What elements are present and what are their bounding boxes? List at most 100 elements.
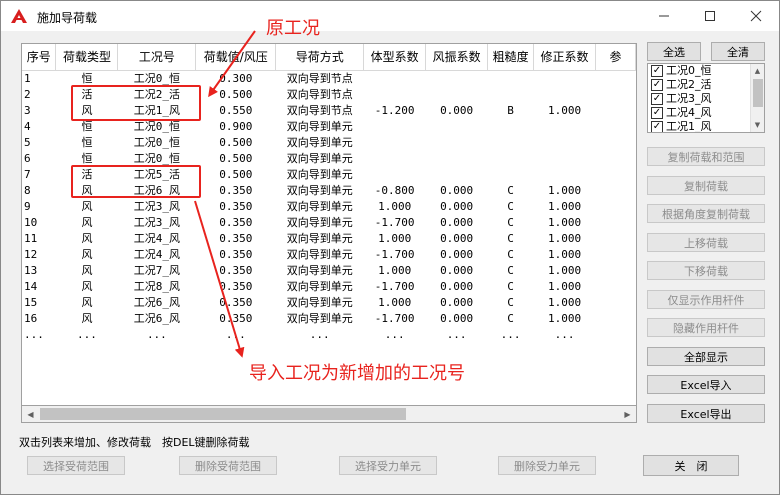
- table-row[interactable]: 13 风 工况7_风 0.350 双向导到单元 1.000 0.000 C 1.000: [22, 263, 636, 279]
- scrollbar-thumb[interactable]: [40, 408, 406, 420]
- col-header-case[interactable]: 工况号: [117, 44, 197, 71]
- table-row[interactable]: ...........................: [22, 327, 636, 343]
- cell-load-value: 0.500: [219, 135, 253, 149]
- cell-params: [596, 119, 636, 135]
- col-header-shape-coef[interactable]: 体型系数: [363, 44, 427, 71]
- list-item[interactable]: ✓ 工况2_活: [648, 78, 764, 92]
- cell-load-value: 0.350: [219, 183, 253, 197]
- list-item[interactable]: ✓ 工况3_风: [648, 92, 764, 106]
- close-icon[interactable]: [733, 1, 779, 31]
- checkbox-icon[interactable]: ✓: [651, 107, 663, 119]
- cell-roughness: C: [507, 199, 514, 213]
- cell-correction-coef: [534, 151, 596, 167]
- horizontal-scrollbar[interactable]: ◀ ▶: [21, 405, 637, 423]
- cell-shape-coef: -0.800: [374, 183, 415, 197]
- cell-roughness: [488, 135, 534, 151]
- checkbox-icon[interactable]: ✓: [651, 121, 663, 132]
- cell-params: [596, 327, 636, 343]
- col-header-roughness[interactable]: 粗糙度: [487, 44, 535, 71]
- cell-roughness: C: [507, 183, 514, 197]
- annotation-original-case: 原工况: [266, 18, 320, 39]
- excel-import-button[interactable]: Excel导入: [647, 375, 765, 394]
- cell-correction-coef: 1.000: [547, 247, 582, 261]
- cell-load-value: 0.500: [219, 167, 253, 181]
- col-header-load-value[interactable]: 荷载值/风压: [195, 44, 277, 71]
- table-row[interactable]: 5 恒 工况0_恒 0.500 双向导到单元: [22, 135, 636, 151]
- cell-index: 13: [24, 263, 38, 277]
- show-all-button[interactable]: 全部显示: [647, 347, 765, 366]
- select-load-range-button[interactable]: 选择受荷范围: [27, 456, 125, 475]
- cell-case: 工况8_风: [133, 279, 180, 293]
- annotation-imported-case: 导入工况为新增加的工况号: [249, 363, 465, 384]
- cell-index: 15: [24, 295, 38, 309]
- table-row[interactable]: 14 风 工况8_风 0.350 双向导到单元 -1.700 0.000 C 1.000: [22, 279, 636, 295]
- cell-load-value: 0.350: [219, 263, 253, 277]
- scroll-up-icon[interactable]: ▲: [751, 64, 764, 78]
- cell-roughness: C: [507, 295, 514, 309]
- table-row[interactable]: 10 风 工况3_风 0.350 双向导到单元 -1.700 0.000 C 1.000: [22, 215, 636, 231]
- table-row[interactable]: 15 风 工况6_风 0.350 双向导到单元 1.000 0.000 C 1.000: [22, 295, 636, 311]
- maximize-icon[interactable]: [687, 1, 733, 31]
- cell-load-type: 风: [81, 279, 93, 293]
- copy-load-range-button[interactable]: 复制荷载和范围: [647, 147, 765, 166]
- excel-export-button[interactable]: Excel导出: [647, 404, 765, 423]
- cell-roughness: [488, 119, 534, 135]
- copy-by-angle-button[interactable]: 根据角度复制荷载: [647, 204, 765, 223]
- cell-load-value: 0.500: [219, 151, 253, 165]
- delete-load-range-button[interactable]: 删除受荷范围: [179, 456, 277, 475]
- move-up-button[interactable]: 上移荷载: [647, 233, 765, 252]
- move-down-button[interactable]: 下移荷载: [647, 261, 765, 280]
- clear-all-button[interactable]: 全清: [711, 42, 765, 61]
- cell-case: 工况3_风: [133, 199, 180, 213]
- annotation-box-original: [71, 85, 201, 121]
- cell-vibration-coef: [426, 167, 488, 183]
- checkbox-icon[interactable]: ✓: [651, 79, 663, 91]
- col-header-correction-coef[interactable]: 修正系数: [533, 44, 597, 71]
- checkbox-icon[interactable]: ✓: [651, 93, 663, 105]
- cell-index: 5: [24, 135, 31, 149]
- list-item[interactable]: ✓ 工况0_恒: [648, 64, 764, 78]
- scrollbar-thumb[interactable]: [753, 79, 763, 107]
- scroll-right-icon[interactable]: ▶: [619, 406, 636, 422]
- cell-params: [596, 87, 636, 103]
- cell-load-type: 风: [81, 231, 93, 245]
- col-header-params[interactable]: 参: [595, 44, 636, 71]
- cell-shape-coef: [364, 70, 426, 87]
- cell-transfer-mode: 双向导到单元: [286, 311, 353, 325]
- cell-vibration-coef: 0.000: [440, 199, 474, 213]
- cell-load-value: ...: [225, 327, 246, 341]
- minimize-icon[interactable]: [641, 1, 687, 31]
- window-title: 施加导荷载: [37, 11, 98, 25]
- list-item[interactable]: ✓ 工况1_风: [648, 120, 764, 132]
- table-header-row: 序号 荷载类型 工况号 荷载值/风压 导荷方式 体型系数 风振系数 粗糙度 修正…: [22, 44, 636, 71]
- col-header-load-type[interactable]: 荷载类型: [55, 44, 119, 71]
- table-row[interactable]: 9 风 工况3_风 0.350 双向导到单元 1.000 0.000 C 1.000: [22, 199, 636, 215]
- checkbox-icon[interactable]: ✓: [651, 65, 663, 77]
- scroll-down-icon[interactable]: ▼: [751, 118, 764, 132]
- table-row[interactable]: 11 风 工况4_风 0.350 双向导到单元 1.000 0.000 C 1.000: [22, 231, 636, 247]
- load-case-label: 工况4_风: [666, 106, 712, 119]
- load-case-list[interactable]: ✓ 工况0_恒 ✓ 工况2_活 ✓ 工况3_风 ✓ 工况4_风 ✓ 工况1_风 ▲ ▼: [647, 63, 765, 133]
- delete-force-unit-button[interactable]: 删除受力单元: [498, 456, 596, 475]
- col-header-transfer-mode[interactable]: 导荷方式: [275, 44, 365, 71]
- vertical-scrollbar[interactable]: ▲ ▼: [750, 64, 764, 132]
- select-all-button[interactable]: 全选: [647, 42, 701, 61]
- dialog-window: 施加导荷载 序号 荷载类型 工况号 荷载值/风压 导荷方式 体型系数 风振系数 …: [0, 0, 780, 495]
- col-header-vibration-coef[interactable]: 风振系数: [425, 44, 489, 71]
- table-row[interactable]: 16 风 工况6_风 0.350 双向导到单元 -1.700 0.000 C 1.000: [22, 311, 636, 327]
- col-header-index[interactable]: 序号: [22, 44, 57, 71]
- hide-active-button[interactable]: 隐藏作用杆件: [647, 318, 765, 337]
- show-active-only-button[interactable]: 仅显示作用杆件: [647, 290, 765, 309]
- close-button[interactable]: 关 闭: [643, 455, 739, 476]
- load-case-label: 工况0_恒: [666, 64, 712, 77]
- select-force-unit-button[interactable]: 选择受力单元: [339, 456, 437, 475]
- cell-shape-coef: [364, 151, 426, 167]
- cell-params: [596, 199, 636, 215]
- table-row[interactable]: 12 风 工况4_风 0.350 双向导到单元 -1.700 0.000 C 1.000: [22, 247, 636, 263]
- title-bar[interactable]: 施加导荷载: [1, 1, 779, 31]
- cell-load-type: 风: [81, 247, 93, 261]
- copy-load-button[interactable]: 复制荷载: [647, 176, 765, 195]
- load-case-label: 工况3_风: [666, 92, 712, 105]
- list-item[interactable]: ✓ 工况4_风: [648, 106, 764, 120]
- scroll-left-icon[interactable]: ◀: [22, 406, 39, 422]
